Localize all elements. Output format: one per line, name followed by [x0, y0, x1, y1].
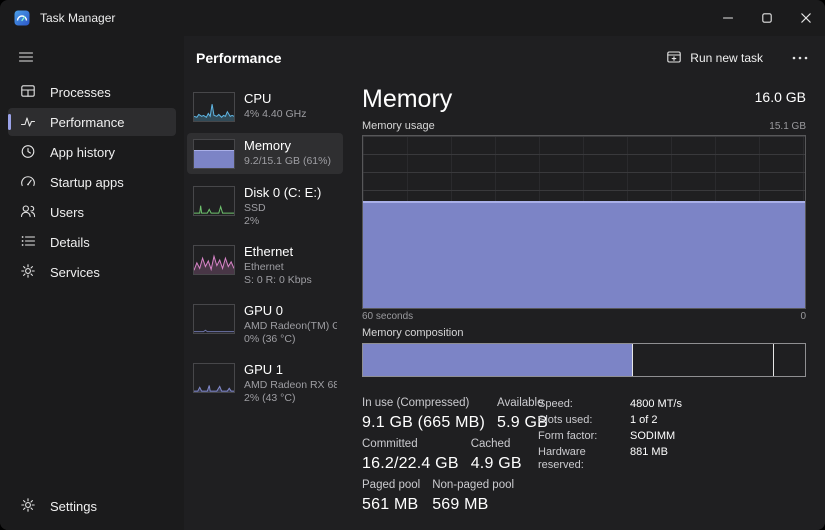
memory-usage-label: Memory usage	[362, 120, 435, 132]
time-axis-label: 60 seconds	[362, 311, 413, 322]
time-axis-zero: 0	[800, 311, 806, 322]
more-options-button[interactable]	[785, 45, 815, 71]
maximize-button[interactable]	[747, 0, 786, 36]
window-title: Task Manager	[40, 11, 115, 25]
sidebar-item-services[interactable]: Services	[8, 258, 176, 286]
info-hardware-reserved: Hardware reserved: 881 MB	[538, 446, 682, 472]
gpu1-mini-graph	[193, 363, 235, 393]
perf-item-gpu0[interactable]: GPU 0 AMD Radeon(TM) Gr... 0% (36 °C)	[187, 298, 343, 351]
selection-indicator	[8, 114, 11, 130]
content-area: Performance Run new task	[184, 36, 825, 530]
composition-standby-segment	[633, 344, 774, 376]
close-button[interactable]	[786, 0, 825, 36]
services-gear-icon	[20, 263, 36, 282]
users-icon	[20, 203, 36, 222]
stat-committed: Committed 16.2/22.4 GB	[362, 438, 459, 473]
nav-label: Services	[50, 265, 100, 280]
memory-title: Memory	[362, 84, 452, 114]
processes-icon	[20, 83, 36, 102]
clock-history-icon	[20, 143, 36, 162]
nav-label: Performance	[50, 115, 124, 130]
titlebar: Task Manager	[0, 0, 825, 36]
ethernet-mini-graph	[193, 245, 235, 275]
nav-label: App history	[50, 145, 115, 160]
minimize-button[interactable]	[708, 0, 747, 36]
cpu-mini-graph	[193, 92, 235, 122]
memory-usage-graph	[362, 135, 806, 309]
perf-item-ethernet[interactable]: Ethernet Ethernet S: 0 R: 0 Kbps	[187, 239, 343, 292]
sidebar-item-settings[interactable]: Settings	[8, 492, 176, 520]
perf-item-disk0[interactable]: Disk 0 (C: E:) SSD 2%	[187, 180, 343, 233]
perf-item-sub: 9.2/15.1 GB (61%)	[244, 155, 337, 168]
nav-label: Details	[50, 235, 90, 250]
perf-item-sub: S: 0 R: 0 Kbps	[244, 274, 337, 287]
stat-non-paged-pool: Non-paged pool 569 MB	[432, 479, 514, 514]
memory-mini-graph	[193, 139, 235, 169]
hamburger-menu-button[interactable]	[8, 42, 44, 72]
memory-usage-max: 15.1 GB	[769, 121, 806, 132]
gauge-icon	[20, 173, 36, 192]
nav-label: Startup apps	[50, 175, 124, 190]
composition-in-use-segment	[363, 344, 633, 376]
run-new-task-label: Run new task	[690, 51, 763, 65]
info-slots-used: Slots used: 1 of 2	[538, 414, 682, 427]
sidebar-item-app-history[interactable]: App history	[8, 138, 176, 166]
nav-label: Users	[50, 205, 84, 220]
sidebar-item-processes[interactable]: Processes	[8, 78, 176, 106]
perf-item-name: Ethernet	[244, 244, 337, 259]
perf-item-sub: AMD Radeon(TM) Gr...	[244, 320, 337, 333]
page-title: Performance	[196, 50, 282, 66]
performance-list: CPU 4% 4.40 GHz Memory 9.2/15.1 GB (61%)	[187, 86, 343, 416]
info-speed: Speed: 4800 MT/s	[538, 398, 682, 411]
memory-total: 16.0 GB	[755, 89, 806, 105]
perf-item-sub: 4% 4.40 GHz	[244, 108, 337, 121]
task-manager-app-icon	[14, 10, 30, 26]
task-manager-window: Task Manager	[0, 0, 825, 530]
sidebar-item-details[interactable]: Details	[8, 228, 176, 256]
disk-mini-graph	[193, 186, 235, 216]
memory-hardware-info: Speed: 4800 MT/s Slots used: 1 of 2 Form…	[538, 398, 682, 475]
nav-label: Processes	[50, 85, 111, 100]
hamburger-icon	[18, 49, 34, 65]
window-controls	[708, 0, 825, 36]
perf-item-sub: Ethernet	[244, 261, 337, 274]
perf-item-sub: SSD	[244, 202, 337, 215]
performance-icon	[20, 113, 36, 132]
perf-item-name: GPU 1	[244, 362, 337, 377]
info-form-factor: Form factor: SODIMM	[538, 430, 682, 443]
stat-in-use: In use (Compressed) 9.1 GB (665 MB)	[362, 397, 485, 432]
settings-gear-icon	[20, 497, 36, 516]
perf-item-gpu1[interactable]: GPU 1 AMD Radeon RX 6800 2% (43 °C)	[187, 357, 343, 410]
memory-detail-pane: Memory 16.0 GB Memory usage 15.1 GB 60 s…	[362, 84, 806, 520]
stat-paged-pool: Paged pool 561 MB	[362, 479, 420, 514]
nav-label: Settings	[50, 499, 97, 514]
ellipsis-icon	[792, 56, 808, 60]
navigation-sidebar: Processes Performance App history	[0, 36, 184, 530]
perf-item-sub: AMD Radeon RX 6800	[244, 379, 337, 392]
perf-item-sub: 0% (36 °C)	[244, 333, 337, 346]
memory-composition-label: Memory composition	[362, 327, 806, 339]
stat-cached: Cached 4.9 GB	[471, 438, 522, 473]
perf-item-name: GPU 0	[244, 303, 337, 318]
perf-item-name: CPU	[244, 91, 337, 106]
sidebar-item-performance[interactable]: Performance	[8, 108, 176, 136]
content-header: Performance Run new task	[184, 36, 825, 80]
list-icon	[20, 233, 36, 252]
perf-item-name: Disk 0 (C: E:)	[244, 185, 337, 200]
perf-item-sub: 2% (43 °C)	[244, 392, 337, 405]
memory-usage-fill	[363, 201, 805, 308]
perf-item-memory[interactable]: Memory 9.2/15.1 GB (61%)	[187, 133, 343, 174]
new-task-icon	[666, 49, 682, 68]
memory-composition-bar	[362, 343, 806, 377]
sidebar-item-startup-apps[interactable]: Startup apps	[8, 168, 176, 196]
perf-item-name: Memory	[244, 138, 337, 153]
composition-free-segment	[774, 344, 805, 376]
run-new-task-button[interactable]: Run new task	[658, 45, 771, 72]
perf-item-sub: 2%	[244, 215, 337, 228]
gpu0-mini-graph	[193, 304, 235, 334]
perf-item-cpu[interactable]: CPU 4% 4.40 GHz	[187, 86, 343, 127]
sidebar-item-users[interactable]: Users	[8, 198, 176, 226]
